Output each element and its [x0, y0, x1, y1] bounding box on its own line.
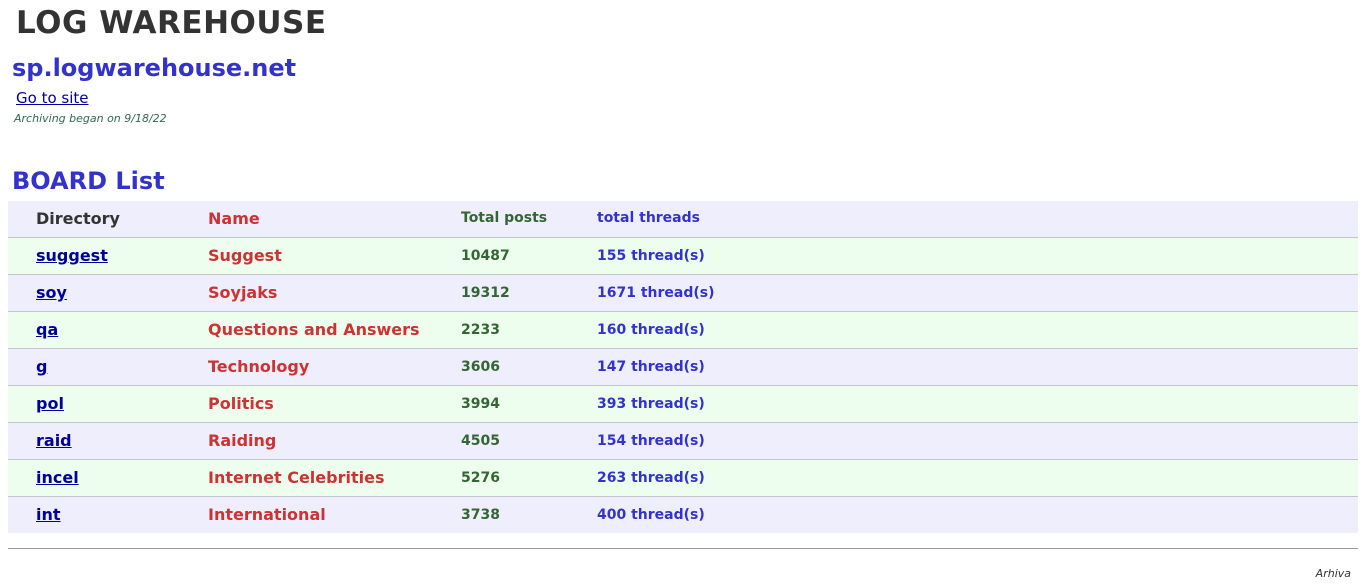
table-row: soy Soyjaks 19312 1671 thread(s) [8, 275, 1358, 312]
board-list-heading: BOARD List [12, 167, 165, 195]
board-name: Raiding [208, 431, 277, 450]
table-header-row: Directory Name Total posts total threads [8, 201, 1358, 238]
board-link-suggest[interactable]: suggest [36, 246, 108, 265]
board-directory-cell: qa [36, 312, 58, 348]
board-name: Questions and Answers [208, 320, 420, 339]
table-row: g Technology 3606 147 thread(s) [8, 349, 1358, 386]
board-post-count: 19312 [461, 285, 510, 301]
board-name: Suggest [208, 246, 282, 265]
footer-text: Arhiva [1315, 567, 1351, 580]
board-link-soy[interactable]: soy [36, 283, 67, 302]
footer-divider [8, 548, 1358, 549]
board-post-count: 5276 [461, 470, 500, 486]
board-post-count: 3994 [461, 396, 500, 412]
board-directory-cell: soy [36, 275, 67, 311]
table-row: qa Questions and Answers 2233 160 thread… [8, 312, 1358, 349]
board-directory-cell: int [36, 497, 61, 533]
board-post-count: 3738 [461, 507, 500, 523]
board-directory-cell: raid [36, 423, 72, 459]
table-row: suggest Suggest 10487 155 thread(s) [8, 238, 1358, 275]
board-thread-count: 154 thread(s) [597, 433, 705, 449]
board-directory-cell: pol [36, 386, 64, 422]
page: LOG WAREHOUSE sp.logwarehouse.net Go to … [0, 0, 1365, 585]
table-row: pol Politics 3994 393 thread(s) [8, 386, 1358, 423]
board-directory-cell: suggest [36, 238, 108, 274]
board-directory-cell: incel [36, 460, 79, 496]
board-post-count: 4505 [461, 433, 500, 449]
board-link-int[interactable]: int [36, 505, 61, 524]
site-title: LOG WAREHOUSE [16, 5, 327, 41]
board-name: Internet Celebrities [208, 468, 385, 487]
board-thread-count: 147 thread(s) [597, 359, 705, 375]
board-link-g[interactable]: g [36, 357, 47, 376]
board-link-raid[interactable]: raid [36, 431, 72, 450]
board-post-count: 10487 [461, 248, 510, 264]
board-name: International [208, 505, 326, 524]
board-name: Politics [208, 394, 274, 413]
board-thread-count: 160 thread(s) [597, 322, 705, 338]
column-header-directory: Directory [36, 209, 120, 228]
go-to-site-link[interactable]: Go to site [16, 88, 89, 108]
board-thread-count: 263 thread(s) [597, 470, 705, 486]
board-link-pol[interactable]: pol [36, 394, 64, 413]
table-row: incel Internet Celebrities 5276 263 thre… [8, 460, 1358, 497]
archive-note: Archiving began on 9/18/22 [14, 112, 167, 125]
column-header-total-threads: total threads [597, 210, 700, 226]
column-header-name: Name [208, 209, 260, 228]
board-name: Soyjaks [208, 283, 278, 302]
board-name: Technology [208, 357, 310, 376]
column-header-total-posts: Total posts [461, 210, 548, 226]
board-table: Directory Name Total posts total threads… [8, 201, 1358, 533]
board-post-count: 3606 [461, 359, 500, 375]
board-thread-count: 400 thread(s) [597, 507, 705, 523]
board-directory-cell: g [36, 349, 47, 385]
site-domain: sp.logwarehouse.net [12, 54, 297, 82]
table-row: raid Raiding 4505 154 thread(s) [8, 423, 1358, 460]
board-link-qa[interactable]: qa [36, 320, 58, 339]
board-post-count: 2233 [461, 322, 500, 338]
board-thread-count: 1671 thread(s) [597, 285, 715, 301]
board-thread-count: 393 thread(s) [597, 396, 705, 412]
board-thread-count: 155 thread(s) [597, 248, 705, 264]
table-row: int International 3738 400 thread(s) [8, 497, 1358, 533]
board-link-incel[interactable]: incel [36, 468, 79, 487]
